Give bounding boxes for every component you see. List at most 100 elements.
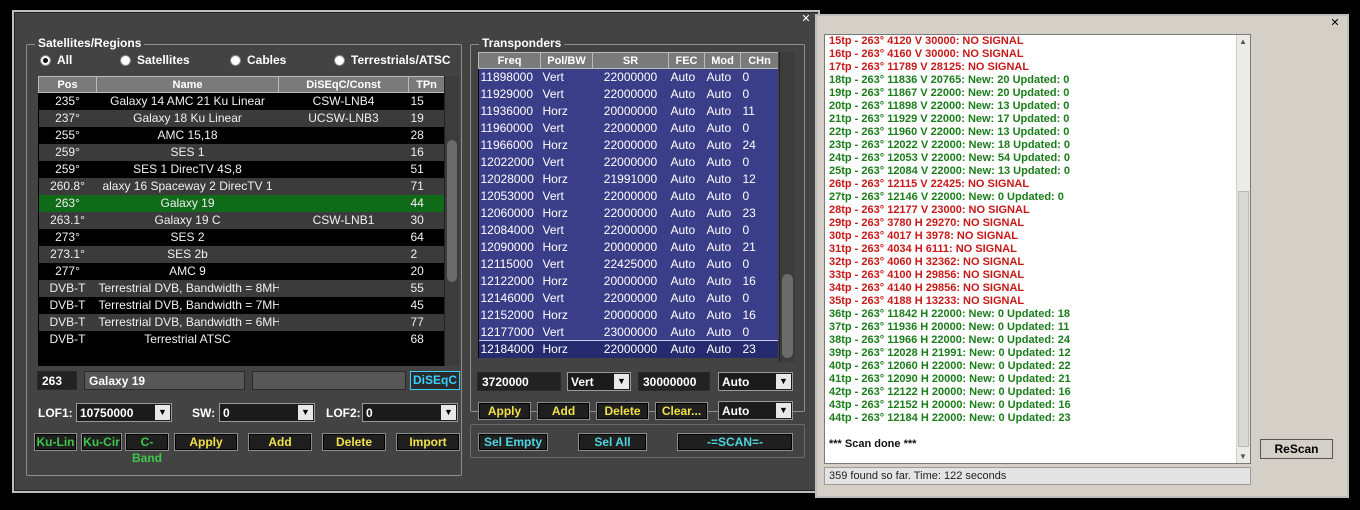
close-icon[interactable]: ✕ [800,14,812,26]
mod-cell: Auto [704,272,741,290]
transponder-apply-button[interactable]: Apply [478,402,531,420]
transponder-delete-button[interactable]: Delete [596,402,649,420]
transponder-row[interactable]: 11960000 Vert 22000000 Auto Auto 0 [478,119,778,137]
scroll-down-icon[interactable]: ▼ [1239,452,1247,461]
satellite-row[interactable]: 259° SES 1 DirecTV 4S,8 51 [38,160,444,178]
column-header-sr[interactable]: SR [592,52,669,69]
transponder-add-button[interactable]: Add [537,402,590,420]
modulation-select[interactable]: Auto ▼ [718,401,793,420]
scrollbar-thumb[interactable] [1238,191,1249,447]
filter-terrestrials-radio[interactable]: Terrestrials/ATSC [334,52,451,68]
scrollbar-thumb[interactable] [782,274,793,358]
column-header-fec[interactable]: FEC [668,52,705,69]
c-band-button[interactable]: C-Band [125,433,169,465]
transponder-row[interactable]: 12122000 Horz 20000000 Auto Auto 16 [478,272,778,290]
scan-log[interactable]: 15tp - 263° 4120 V 30000: NO SIGNAL 16tp … [824,34,1251,464]
satellite-row[interactable]: 263.1° Galaxy 19 C CSW-LNB1 30 [38,211,444,229]
satellite-row[interactable]: DVB-T Terrestrial DVB, Bandwidth = 6MH 77 [38,313,444,331]
transponder-row[interactable]: 11936000 Horz 20000000 Auto Auto 11 [478,102,778,120]
satellite-row[interactable]: 273.1° SES 2b 2 [38,245,444,263]
column-header-name[interactable]: Name [96,76,279,93]
select-empty-button[interactable]: Sel Empty [478,433,548,451]
transponder-row[interactable]: 12022000 Vert 22000000 Auto Auto 0 [478,153,778,171]
satellite-row[interactable]: 260.8° alaxy 16 Spaceway 2 DirecTV 1 71 [38,177,444,195]
column-header-mod[interactable]: Mod [704,52,741,69]
diseqc-button[interactable]: DiSEqC [410,371,460,390]
satellite-name-field[interactable]: Galaxy 19 [84,371,245,390]
chn-cell: 24 [740,136,778,154]
mod-cell: Auto [704,85,741,103]
scroll-up-icon[interactable]: ▲ [1239,37,1247,46]
transponder-row[interactable]: 12090000 Horz 20000000 Auto Auto 21 [478,238,778,256]
transponder-row[interactable]: 12146000 Vert 22000000 Auto Auto 0 [478,289,778,307]
filter-all-radio[interactable]: All [40,52,72,68]
transponder-row[interactable]: 11966000 Horz 22000000 Auto Auto 24 [478,136,778,154]
column-header-pol-bw[interactable]: Pol/BW [540,52,593,69]
satellite-add-button[interactable]: Add [248,433,312,451]
satellite-row[interactable]: 273° SES 2 64 [38,228,444,246]
log-line: 44tp - 263° 12184 H 22000: New: 0 Update… [829,412,1071,424]
satellite-row[interactable]: 237° Galaxy 18 Ku Linear UCSW-LNB3 19 [38,109,444,127]
transponder-row[interactable]: 11898000 Vert 22000000 Auto Auto 0 [478,68,778,86]
close-icon[interactable]: ✕ [1329,18,1341,30]
satellite-delete-button[interactable]: Delete [322,433,386,451]
fec-cell: Auto [668,323,705,341]
log-scrollbar[interactable]: ▲ ▼ [1236,35,1250,463]
satellite-import-button[interactable]: Import [396,433,460,451]
rescan-button[interactable]: ReScan [1260,439,1333,459]
satellites-table[interactable]: Pos Name DiSEqC/Const TPn 235° Galaxy 14 … [38,76,444,366]
satellites-scrollbar[interactable] [444,76,459,366]
column-header-tpn[interactable]: TPn [408,76,444,93]
transponders-table[interactable]: Freq Pol/BW SR FEC Mod CHn 11898000 Vert 2… [478,52,778,358]
column-header-pos[interactable]: Pos [38,76,97,93]
filter-cables-radio[interactable]: Cables [230,52,286,68]
satellite-row[interactable]: 235° Galaxy 14 AMC 21 Ku Linear CSW-LNB4 15 [38,92,444,110]
lof1-select[interactable]: 10750000 ▼ [76,403,172,422]
transponder-row[interactable]: 12084000 Vert 22000000 Auto Auto 0 [478,221,778,239]
mod-cell: Auto [704,238,741,256]
sr-cell: 22000000 [592,221,669,239]
lof2-select[interactable]: 0 ▼ [362,403,458,422]
transponder-row[interactable]: 12184000 Horz 22000000 Auto Auto 23 [478,340,778,358]
satellite-row[interactable]: DVB-T Terrestrial DVB, Bandwidth = 8MH 55 [38,279,444,297]
transponder-row[interactable]: 12177000 Vert 23000000 Auto Auto 0 [478,323,778,341]
filter-satellites-radio[interactable]: Satellites [120,52,190,68]
fec-select[interactable]: Auto ▼ [718,372,793,391]
ku-cir-button[interactable]: Ku-Cir [81,433,122,451]
freq-field[interactable]: 3720000 [477,372,561,391]
transponder-clear-button[interactable]: Clear... [655,402,708,420]
select-all-button[interactable]: Sel All [578,433,647,451]
satellite-position-field[interactable]: 263 [37,371,77,390]
satellite-row[interactable]: DVB-T Terrestrial ATSC 68 [38,330,444,348]
satellite-row[interactable]: 255° AMC 15,18 28 [38,126,444,144]
sw-select[interactable]: 0 ▼ [219,403,315,422]
transponder-row[interactable]: 12152000 Horz 20000000 Auto Auto 16 [478,306,778,324]
radio-selected-icon [40,54,51,66]
transponder-row[interactable]: 11929000 Vert 22000000 Auto Auto 0 [478,85,778,103]
log-line: 37tp - 263° 11936 H 20000: New: 0 Update… [829,321,1070,333]
ku-lin-button[interactable]: Ku-Lin [34,433,77,451]
scan-button[interactable]: -=SCAN=- [677,433,793,451]
satellite-extra-field[interactable] [252,371,406,390]
polarization-select[interactable]: Vert ▼ [567,372,631,391]
transponder-row[interactable]: 12028000 Horz 21991000 Auto Auto 12 [478,170,778,188]
symbol-rate-field[interactable]: 30000000 [638,372,710,391]
satellite-row[interactable]: DVB-T Terrestrial DVB, Bandwidth = 7MH 45 [38,296,444,314]
transponder-row[interactable]: 12053000 Vert 22000000 Auto Auto 0 [478,187,778,205]
column-header-diseqc[interactable]: DiSEqC/Const [278,76,409,93]
mod-cell: Auto [704,306,741,324]
sr-cell: 22000000 [592,204,669,222]
transponders-scrollbar[interactable] [779,52,795,362]
chn-cell: 16 [740,272,778,290]
satellite-row[interactable]: 277° AMC 9 20 [38,262,444,280]
satellite-pos-cell: 259° [38,143,97,161]
transponder-row[interactable]: 12060000 Horz 22000000 Auto Auto 23 [478,204,778,222]
column-header-chn[interactable]: CHn [740,52,778,69]
satellite-row[interactable]: 259° SES 1 16 [38,143,444,161]
satellite-apply-button[interactable]: Apply [174,433,238,451]
transponder-row[interactable]: 12115000 Vert 22425000 Auto Auto 0 [478,255,778,273]
scrollbar-thumb[interactable] [447,140,457,282]
column-header-freq[interactable]: Freq [478,52,541,69]
satellite-row[interactable]: 263° Galaxy 19 44 [38,194,444,212]
chn-cell: 0 [740,187,778,205]
